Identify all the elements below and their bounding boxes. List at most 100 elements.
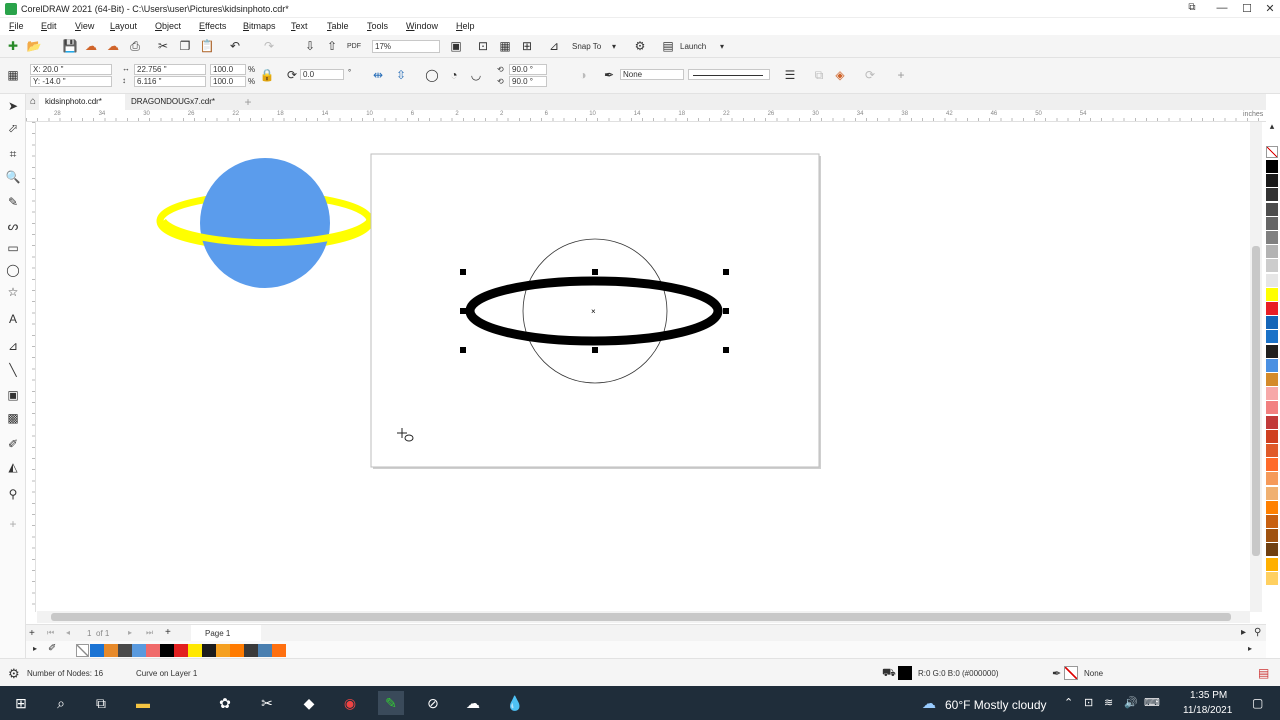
crop-tool-icon[interactable]: ⌗ bbox=[5, 146, 21, 162]
x-position-field[interactable]: X: 20.0 " bbox=[30, 64, 112, 75]
scale-width-field[interactable]: 100.0 bbox=[210, 64, 246, 75]
tab-dragondougx7[interactable]: DRAGONDOUGx7.cdr* bbox=[125, 94, 245, 110]
color-proof-icon[interactable]: ▤ bbox=[1258, 666, 1269, 680]
publish-pdf-icon[interactable]: PDF bbox=[346, 38, 362, 54]
object-origin-icon[interactable]: ▦ bbox=[5, 67, 21, 83]
artistic-media-icon[interactable]: ᔕ bbox=[5, 218, 21, 234]
palette-swatch[interactable] bbox=[1266, 515, 1278, 528]
document-palette-swatch[interactable] bbox=[146, 644, 160, 657]
to-front-icon[interactable]: ⧉ bbox=[811, 67, 827, 83]
height-field[interactable]: 6.116 " bbox=[134, 76, 206, 87]
palette-arrow-up-icon[interactable]: ▴ bbox=[1264, 118, 1280, 134]
horizontal-ruler[interactable]: 28 34 30 26 22 18 14 10 6 2 2 6 10 14 18 22 26 30 34 38 42 46… bbox=[26, 110, 1266, 122]
palette-swatch[interactable] bbox=[1266, 273, 1278, 287]
last-page-icon[interactable]: ⏭ bbox=[146, 628, 153, 638]
ellipse-tool-icon[interactable]: ◯ bbox=[5, 262, 21, 278]
drawing-canvas[interactable]: × bbox=[37, 123, 1249, 611]
direction-icon[interactable]: ◑ bbox=[575, 67, 591, 83]
rotation-field[interactable]: 0.0 bbox=[300, 69, 344, 80]
corel-capture-icon[interactable]: ⊘ bbox=[420, 691, 446, 715]
smart-fill-icon[interactable]: ⚲ bbox=[5, 486, 21, 502]
line-style-dropdown[interactable] bbox=[688, 69, 770, 80]
menu-object[interactable]: Object bbox=[155, 21, 181, 31]
wifi-icon[interactable]: ≋ bbox=[1104, 696, 1113, 709]
palette-swatch[interactable] bbox=[1266, 387, 1278, 401]
palette-swatch[interactable] bbox=[1266, 188, 1278, 202]
vertical-scrollbar[interactable] bbox=[1250, 122, 1262, 612]
add-page-after-icon[interactable]: + bbox=[165, 627, 171, 638]
document-palette-swatch[interactable] bbox=[90, 644, 104, 657]
y-position-field[interactable]: Y: -14.0 " bbox=[30, 76, 112, 87]
palette-swatch[interactable] bbox=[1266, 486, 1278, 500]
palette-swatch[interactable] bbox=[1266, 557, 1278, 571]
palette-swatch[interactable] bbox=[1266, 160, 1278, 173]
scroll-right-icon[interactable]: ▸ bbox=[1241, 627, 1246, 638]
menu-window[interactable]: Window bbox=[406, 21, 438, 31]
document-palette-swatch[interactable] bbox=[188, 644, 202, 657]
menu-table[interactable]: Table bbox=[327, 21, 349, 31]
cloud-upload-icon[interactable]: ☁ bbox=[105, 38, 121, 54]
palette-swatch[interactable] bbox=[1266, 472, 1278, 486]
polygon-tool-icon[interactable]: ☆ bbox=[5, 284, 21, 300]
add-page-icon[interactable]: + bbox=[29, 628, 35, 639]
palette-swatch[interactable] bbox=[1266, 202, 1278, 216]
outline-width-dropdown[interactable]: None bbox=[620, 69, 684, 80]
prev-page-icon[interactable]: ◂ bbox=[66, 628, 70, 637]
palette-swatch[interactable] bbox=[1266, 358, 1278, 372]
palette-swatch[interactable] bbox=[1266, 529, 1278, 543]
document-palette-swatch[interactable] bbox=[216, 644, 230, 657]
volume-icon[interactable]: 🔊 bbox=[1124, 696, 1138, 709]
palette-swatch[interactable] bbox=[1266, 401, 1278, 415]
close-button[interactable]: ✕ bbox=[1258, 2, 1280, 15]
horizontal-scroll-thumb[interactable] bbox=[51, 613, 1231, 621]
document-palette-swatch[interactable] bbox=[132, 644, 146, 657]
menu-bitmaps[interactable]: Bitmaps bbox=[243, 21, 276, 31]
chrome-icon[interactable]: ◉ bbox=[337, 691, 363, 715]
grid-icon[interactable]: ▦ bbox=[497, 38, 513, 54]
vertical-scroll-thumb[interactable] bbox=[1252, 246, 1260, 556]
wrap-text-icon[interactable]: ☰ bbox=[782, 67, 798, 83]
export-icon[interactable]: ⇧ bbox=[324, 38, 340, 54]
app-icon[interactable]: ✿ bbox=[212, 691, 238, 715]
zoom-pan-icon[interactable]: ⚲ bbox=[1254, 627, 1261, 638]
palette-swatch[interactable] bbox=[1266, 444, 1278, 457]
shape-tool-icon[interactable]: ⬀ bbox=[5, 120, 21, 136]
palette-swatch[interactable] bbox=[1266, 216, 1278, 230]
connector-tool-icon[interactable]: ╲ bbox=[5, 362, 21, 378]
menu-effects[interactable]: Effects bbox=[199, 21, 226, 31]
network-icon[interactable]: ⊡ bbox=[1084, 696, 1093, 709]
next-page-icon[interactable]: ▸ bbox=[128, 628, 132, 637]
horizontal-scrollbar[interactable] bbox=[37, 611, 1250, 623]
palette-swatch[interactable] bbox=[1266, 174, 1278, 188]
tab-page-1[interactable]: Page 1 bbox=[191, 625, 261, 641]
menu-help[interactable]: Help bbox=[456, 21, 475, 31]
copy-icon[interactable]: ❐ bbox=[177, 38, 193, 54]
palette-swatch[interactable] bbox=[1266, 302, 1278, 315]
parallel-dimension-icon[interactable]: ⊿ bbox=[5, 338, 21, 354]
fill-color-swatch[interactable] bbox=[898, 666, 912, 680]
guidelines-icon[interactable]: ⊞ bbox=[519, 38, 535, 54]
snap-icon[interactable]: ⊿ bbox=[546, 38, 562, 54]
no-color-swatch[interactable] bbox=[1266, 146, 1278, 158]
restore-icon[interactable]: ⧉ bbox=[1180, 2, 1204, 13]
interactive-fill-icon[interactable]: ◭ bbox=[5, 459, 21, 475]
text-tool-icon[interactable]: A bbox=[5, 311, 21, 327]
menu-text[interactable]: Text bbox=[291, 21, 308, 31]
print-icon[interactable]: ⎙ bbox=[127, 38, 143, 54]
rulers-icon[interactable]: ⊡ bbox=[475, 38, 491, 54]
document-palette-swatch[interactable] bbox=[174, 644, 188, 657]
document-palette-swatch[interactable] bbox=[258, 644, 272, 657]
palette-swatch[interactable] bbox=[1266, 316, 1278, 330]
clock-time[interactable]: 1:35 PM bbox=[1190, 690, 1227, 701]
document-palette-swatch[interactable] bbox=[272, 644, 286, 657]
cloud-icon[interactable]: ☁ bbox=[83, 38, 99, 54]
start-icon[interactable]: ⊞ bbox=[8, 691, 34, 715]
language-icon[interactable]: ⌨ bbox=[1144, 696, 1160, 709]
full-screen-icon[interactable]: ▣ bbox=[448, 38, 464, 54]
scale-height-field[interactable]: 100.0 bbox=[210, 76, 246, 87]
gear-icon[interactable]: ⚙ bbox=[632, 38, 648, 54]
palette-swatch[interactable] bbox=[1266, 571, 1278, 585]
no-fill-swatch[interactable] bbox=[76, 644, 89, 657]
chevron-down-icon[interactable]: ▾ bbox=[720, 42, 724, 51]
planet-body[interactable] bbox=[200, 158, 330, 288]
